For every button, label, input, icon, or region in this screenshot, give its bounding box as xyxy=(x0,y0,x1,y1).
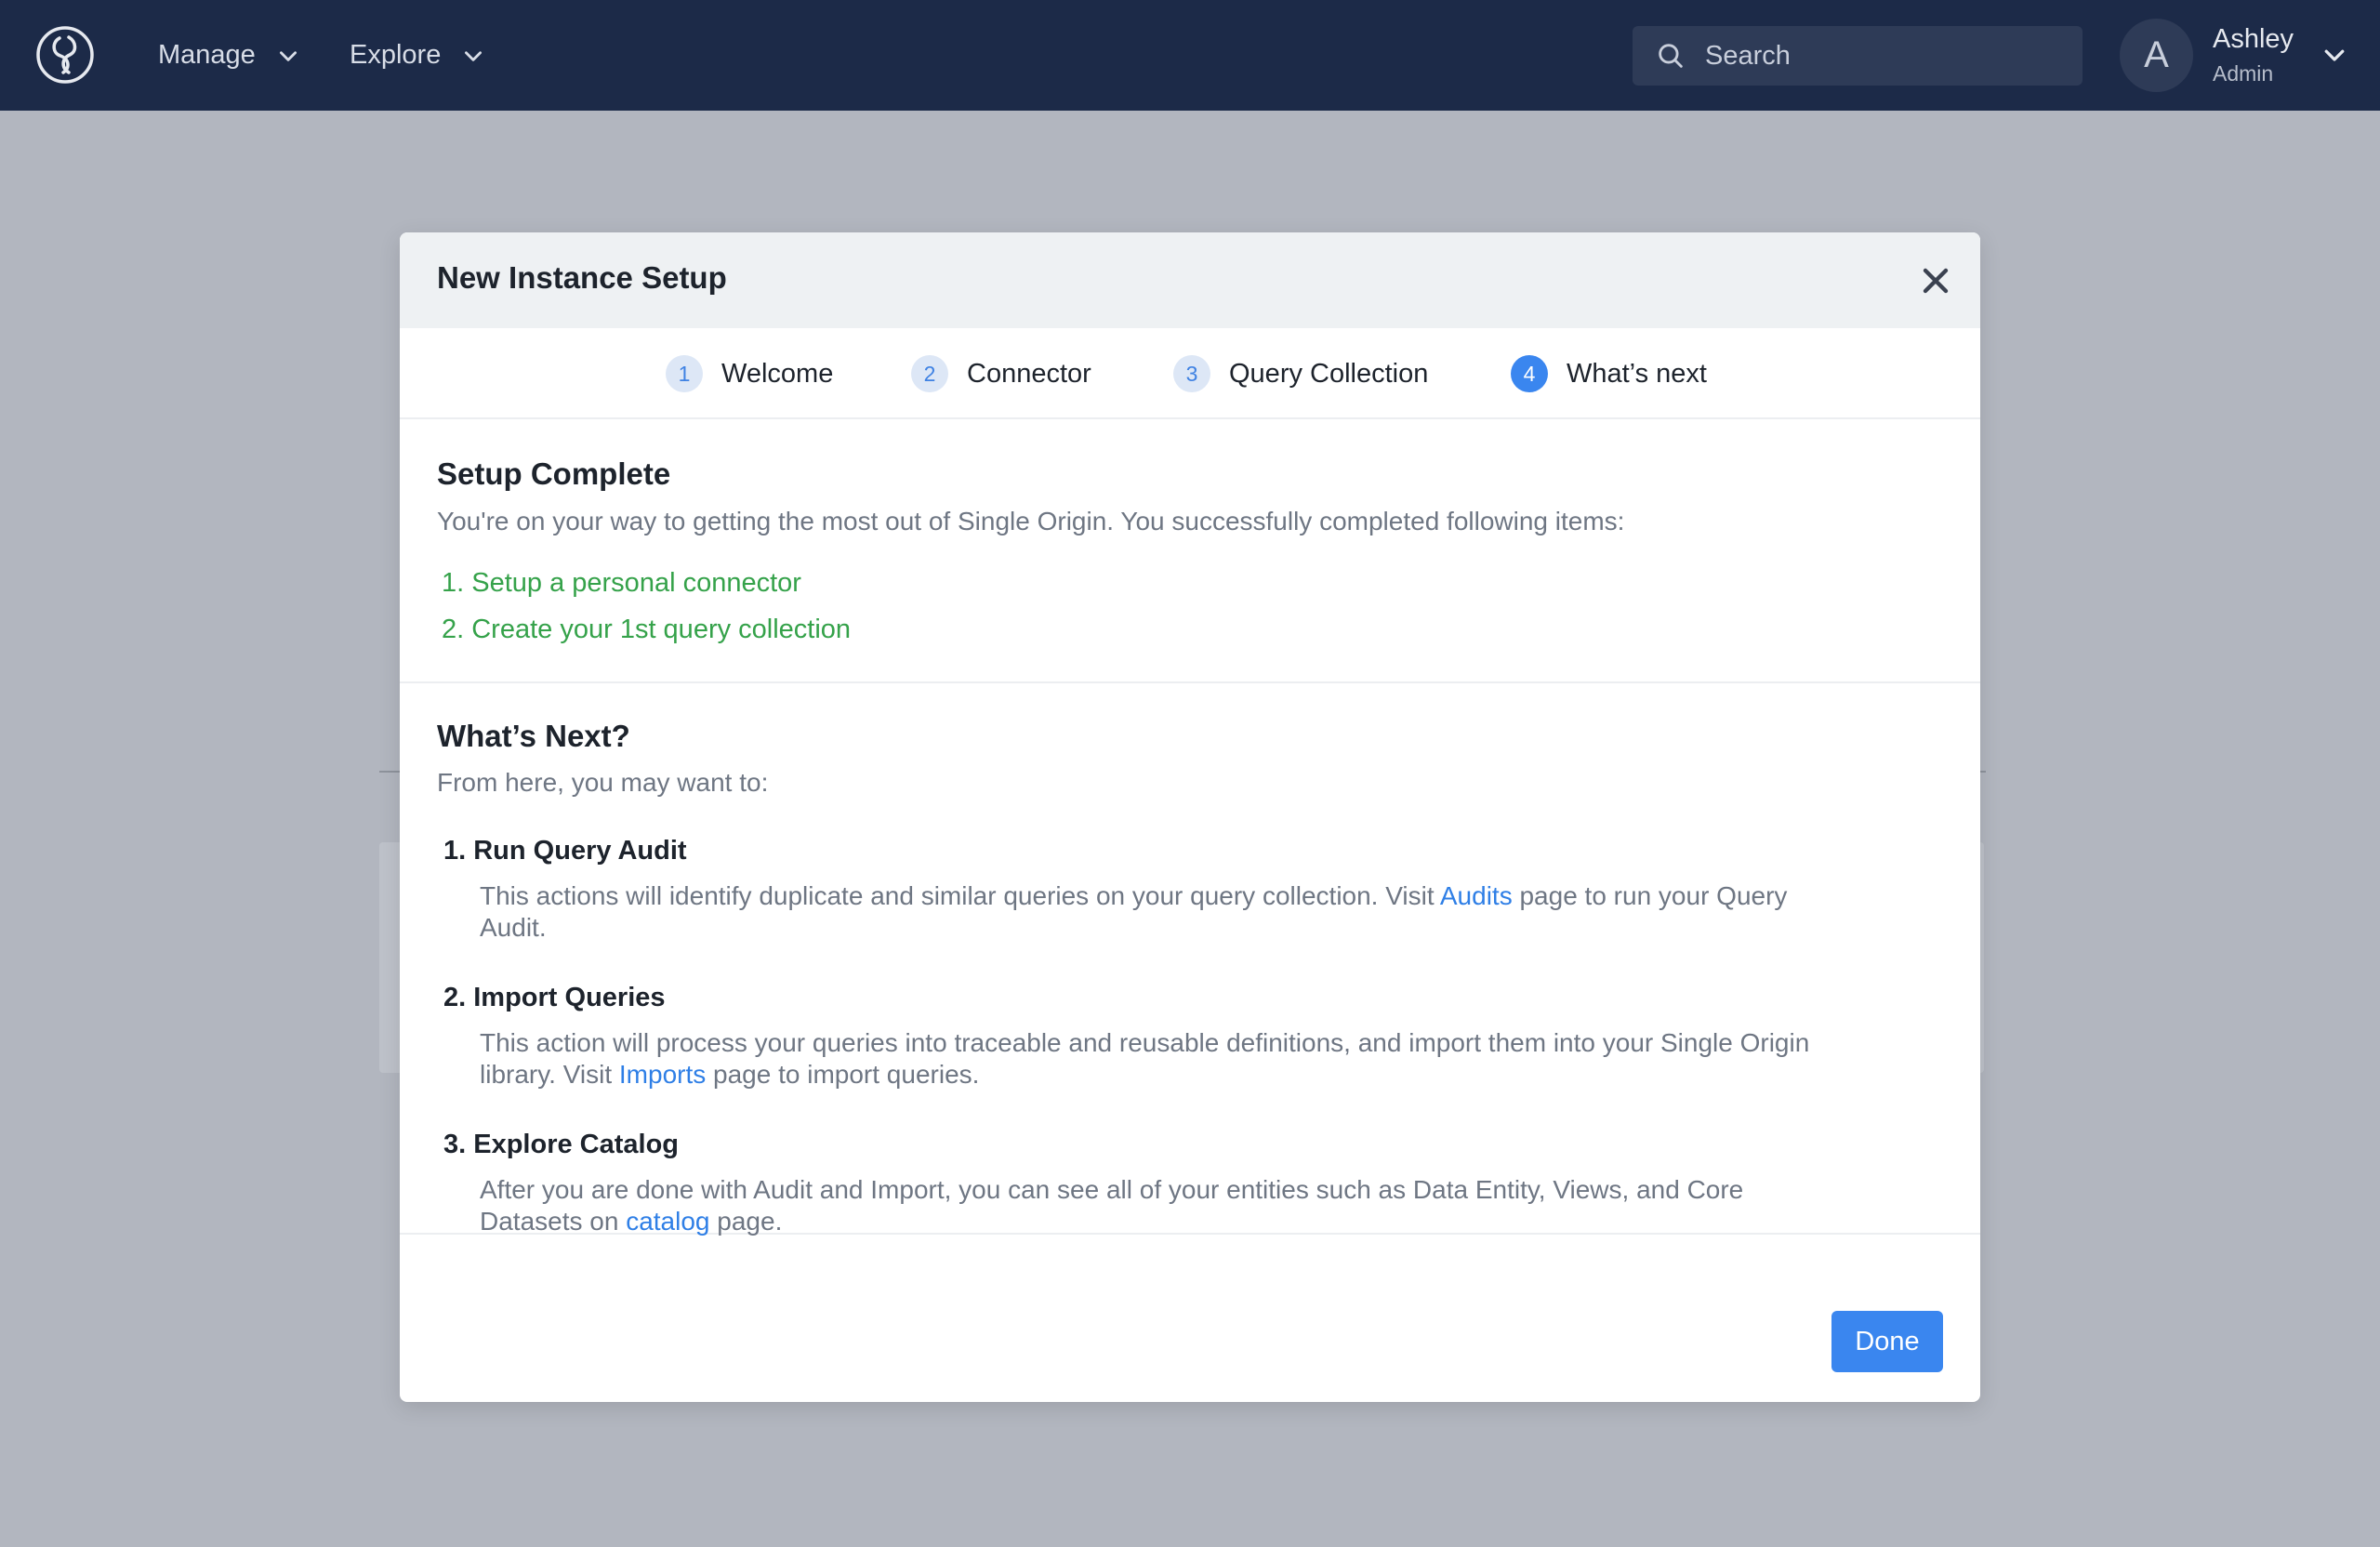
manage-menu[interactable]: Manage xyxy=(158,0,300,111)
task-description: This actions will identify duplicate and… xyxy=(480,881,1788,942)
explore-menu[interactable]: Explore xyxy=(350,0,485,111)
close-icon[interactable] xyxy=(1915,260,1956,301)
step-connector[interactable]: 2 Connector xyxy=(911,354,1091,393)
modal-header: New Instance Setup xyxy=(400,232,1980,328)
step-number: 2 xyxy=(911,355,948,392)
search-input[interactable]: Search xyxy=(1633,26,2082,86)
step-label: Welcome xyxy=(721,358,834,389)
chevron-down-icon xyxy=(465,50,483,61)
task-description: After you are done with Audit and Import… xyxy=(480,1175,1744,1236)
setup-complete-section: Setup Complete You're on your way to get… xyxy=(400,419,1980,683)
whats-next-section: What’s Next? From here, you may want to:… xyxy=(400,683,1980,1236)
chevron-down-icon[interactable] xyxy=(2320,41,2348,69)
imports-link[interactable]: Imports xyxy=(619,1060,706,1089)
step-label: Query Collection xyxy=(1229,358,1429,389)
step-welcome[interactable]: 1 Welcome xyxy=(666,354,833,393)
step-label: Connector xyxy=(967,358,1091,389)
avatar[interactable]: A xyxy=(2120,19,2193,92)
explore-menu-label: Explore xyxy=(350,40,442,70)
modal-title: New Instance Setup xyxy=(437,260,727,295)
task-title-import-queries: 2. Import Queries xyxy=(443,983,666,1012)
search-placeholder: Search xyxy=(1705,40,1791,71)
user-role: Admin xyxy=(2213,61,2274,86)
setup-modal: New Instance Setup 1 Welcome 2 Connector… xyxy=(400,232,1980,1402)
step-whats-next[interactable]: 4 What’s next xyxy=(1511,354,1707,393)
done-button[interactable]: Done xyxy=(1831,1311,1943,1372)
task-title-run-query-audit: 1. Run Query Audit xyxy=(443,836,687,866)
task-title-explore-catalog: 3. Explore Catalog xyxy=(443,1130,680,1159)
audits-link[interactable]: Audits xyxy=(1440,881,1513,910)
task-description: This action will process your queries in… xyxy=(480,1028,1810,1089)
top-navbar: Manage Explore Search A Ashley Admin xyxy=(0,0,2380,111)
search-icon xyxy=(1659,44,1683,68)
step-label: What’s next xyxy=(1567,358,1707,389)
setup-complete-heading: Setup Complete xyxy=(437,456,671,491)
step-number: 1 xyxy=(666,355,703,392)
setup-complete-subtitle: You're on your way to getting the most o… xyxy=(437,507,1625,536)
catalog-link[interactable]: catalog xyxy=(626,1207,709,1236)
chevron-down-icon xyxy=(279,50,297,61)
step-query-collection[interactable]: 3 Query Collection xyxy=(1173,354,1428,393)
setup-stepper: 1 Welcome 2 Connector 3 Query Collection… xyxy=(400,328,1980,419)
single-origin-logo-icon[interactable] xyxy=(35,25,95,85)
manage-menu-label: Manage xyxy=(158,40,256,70)
whats-next-subtitle: From here, you may want to: xyxy=(437,768,769,797)
step-number-active: 4 xyxy=(1511,355,1548,392)
user-name[interactable]: Ashley xyxy=(2213,24,2294,55)
completed-item: 2. Create your 1st query collection xyxy=(442,615,852,644)
step-number: 3 xyxy=(1173,355,1210,392)
whats-next-heading: What’s Next? xyxy=(437,719,630,753)
completed-item: 1. Setup a personal connector xyxy=(442,568,801,598)
